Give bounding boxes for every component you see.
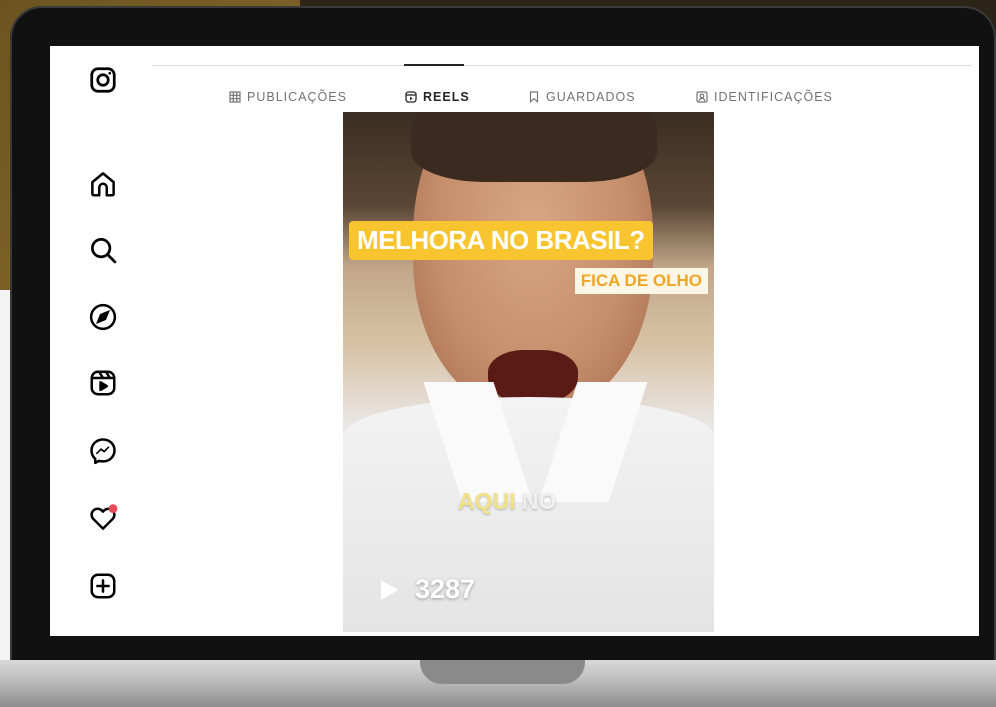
tab-identificacoes[interactable]: IDENTIFICAÇÕES xyxy=(696,87,833,107)
view-count-number: 3287 xyxy=(415,574,476,604)
tab-label: GUARDADOS xyxy=(546,90,636,104)
tab-reels[interactable]: REELS xyxy=(405,87,470,107)
tab-label: REELS xyxy=(423,90,470,104)
bookmark-icon xyxy=(529,91,539,103)
tab-guardados[interactable]: GUARDADOS xyxy=(528,87,636,107)
explore-compass-icon[interactable] xyxy=(88,302,118,332)
grid-icon xyxy=(229,91,241,103)
reel-caption-main: MELHORA NO BRASIL? xyxy=(349,221,653,260)
screen: PUBLICAÇÕES REELS GUARDADOS IDENTIFICAÇÕ… xyxy=(50,46,979,636)
tab-label: PUBLICAÇÕES xyxy=(247,90,347,104)
heart-notifications-icon[interactable] xyxy=(88,503,118,533)
reel-subtitle-highlight: AQUI xyxy=(458,488,516,514)
instagram-logo-icon[interactable] xyxy=(88,65,118,95)
reel-person-hair xyxy=(411,112,657,182)
active-tab-indicator xyxy=(404,64,464,66)
search-icon[interactable] xyxy=(88,235,118,265)
tabs-divider xyxy=(152,65,972,66)
reels-icon[interactable] xyxy=(88,368,118,398)
laptop-notch xyxy=(420,660,585,684)
tab-publicacoes[interactable]: PUBLICAÇÕES xyxy=(229,87,347,107)
tagged-icon xyxy=(696,91,708,103)
messenger-icon[interactable] xyxy=(88,436,118,466)
reel-thumbnail[interactable]: MELHORA NO BRASIL? FICA DE OLHO AQUI NO … xyxy=(343,112,714,632)
reel-subtitle-rest: NO xyxy=(515,488,557,514)
reel-subtitle: AQUI NO xyxy=(458,488,556,515)
reel-view-count: 3287 xyxy=(377,574,475,605)
tab-label: IDENTIFICAÇÕES xyxy=(714,90,833,104)
create-plus-icon[interactable] xyxy=(88,571,118,601)
laptop-frame: PUBLICAÇÕES REELS GUARDADOS IDENTIFICAÇÕ… xyxy=(10,6,996,670)
play-icon xyxy=(381,580,399,599)
home-icon[interactable] xyxy=(88,169,118,199)
reel-caption-sub: FICA DE OLHO xyxy=(574,268,708,294)
sidebar xyxy=(50,46,150,636)
reels-icon xyxy=(405,91,417,103)
